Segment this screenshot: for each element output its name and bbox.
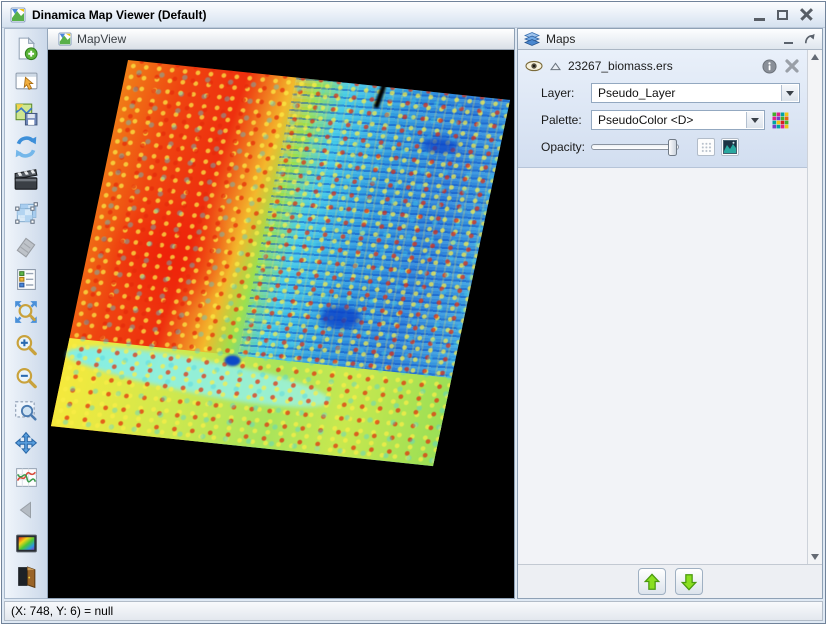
opacity-slider-thumb[interactable] <box>668 139 677 156</box>
pan-arrows-icon <box>13 431 39 457</box>
legend-list-icon <box>14 267 39 292</box>
chevron-down-icon <box>746 112 763 128</box>
tab-mapview-label: MapView <box>77 32 126 46</box>
histogram-image-icon <box>723 140 737 154</box>
minimize-panel-button[interactable] <box>784 42 793 45</box>
toolbar <box>4 28 48 599</box>
layers-icon <box>524 32 540 46</box>
titlebar[interactable]: Dinamica Map Viewer (Default) <box>2 2 825 28</box>
new-document-icon <box>14 36 39 61</box>
measure-icon <box>13 233 39 259</box>
palette-select-value: PseudoColor <D> <box>598 113 693 127</box>
triangle-up-icon <box>811 54 819 60</box>
zoom-in-button[interactable] <box>8 329 45 361</box>
app-icon <box>10 7 26 23</box>
maps-panel-header[interactable]: Maps <box>518 29 822 50</box>
opacity-slider[interactable] <box>591 144 679 150</box>
close-window-button[interactable] <box>800 8 813 21</box>
zoom-full-extent-button[interactable] <box>8 296 45 328</box>
green-arrow-down-icon <box>680 573 698 591</box>
palette-grid-icon <box>772 112 789 129</box>
move-layer-up-button[interactable] <box>638 568 666 595</box>
select-tool-button[interactable] <box>8 65 45 97</box>
panel-scrollbar[interactable] <box>807 50 822 564</box>
color-palette-icon <box>14 531 39 556</box>
maps-panel: Maps <box>517 28 823 599</box>
maps-panel-title: Maps <box>546 32 575 46</box>
scroll-up-button[interactable] <box>810 53 821 61</box>
app-window: Dinamica Map Viewer (Default) <box>1 1 826 624</box>
layer-visibility-toggle[interactable] <box>525 60 543 72</box>
chart-icon <box>14 465 39 490</box>
palette-select[interactable]: PseudoColor <D> <box>591 110 765 130</box>
opacity-field-label: Opacity: <box>541 140 591 154</box>
zoom-window-button[interactable] <box>8 395 45 427</box>
layer-name: 23267_biomass.ers <box>568 59 755 73</box>
maximize-window-button[interactable] <box>777 10 788 20</box>
histogram-button[interactable] <box>721 138 739 156</box>
color-palette-button[interactable] <box>8 527 45 559</box>
mapview-tab-icon <box>58 32 72 46</box>
minimize-window-button[interactable] <box>754 18 765 21</box>
transparency-grid-button[interactable] <box>697 138 715 156</box>
zoom-out-icon <box>13 365 39 391</box>
collapse-triangle-icon <box>550 62 561 71</box>
green-arrow-up-icon <box>643 573 661 591</box>
layer-select-value: Pseudo_Layer <box>598 86 675 100</box>
select-region-button[interactable] <box>8 197 45 229</box>
eye-icon <box>525 60 543 72</box>
status-bar: (X: 748, Y: 6) = null <box>4 601 823 621</box>
zoom-out-button[interactable] <box>8 362 45 394</box>
edit-palette-button[interactable] <box>772 112 789 129</box>
back-button[interactable] <box>8 494 45 526</box>
refresh-icon <box>13 134 39 160</box>
remove-layer-icon <box>784 59 800 73</box>
layer-order-toolbar <box>518 564 822 598</box>
map-canvas[interactable] <box>48 50 514 598</box>
layer-collapse-toggle[interactable] <box>550 62 561 71</box>
zoom-extent-icon <box>13 299 39 325</box>
cursor-coordinates: (X: 748, Y: 6) = null <box>11 604 113 618</box>
new-map-view-button[interactable] <box>8 32 45 64</box>
layer-select[interactable]: Pseudo_Layer <box>591 83 800 103</box>
measure-tool-button[interactable] <box>8 230 45 262</box>
zoom-in-icon <box>13 332 39 358</box>
layer-info-button[interactable] <box>762 59 777 74</box>
window-title: Dinamica Map Viewer (Default) <box>32 8 207 22</box>
save-map-icon <box>14 102 39 127</box>
move-layer-down-button[interactable] <box>675 568 703 595</box>
layer-field-label: Layer: <box>541 86 591 100</box>
tab-mapview[interactable]: MapView <box>48 29 136 50</box>
selection-grid-icon <box>13 200 39 226</box>
zoom-window-icon <box>13 398 39 424</box>
float-panel-button[interactable] <box>803 33 816 46</box>
triangle-down-icon <box>811 554 819 560</box>
refresh-button[interactable] <box>8 131 45 163</box>
exit-button[interactable] <box>8 560 45 592</box>
door-icon <box>14 564 39 589</box>
dotted-grid-icon <box>701 142 712 153</box>
chevron-down-icon <box>781 85 798 101</box>
pointer-hand-icon <box>14 69 39 94</box>
map-tabbar: MapView <box>48 29 514 50</box>
raster-image <box>51 60 510 466</box>
scroll-down-button[interactable] <box>810 553 821 561</box>
layer-card: 23267_biomass.ers <box>518 50 807 168</box>
layer-list: 23267_biomass.ers <box>518 50 807 564</box>
profile-chart-button[interactable] <box>8 461 45 493</box>
layer-remove-button[interactable] <box>784 59 800 73</box>
legend-button[interactable] <box>8 263 45 295</box>
back-arrow-icon <box>14 498 38 522</box>
clapperboard-icon <box>13 167 39 193</box>
save-map-view-button[interactable] <box>8 98 45 130</box>
info-icon <box>762 59 777 74</box>
animation-button[interactable] <box>8 164 45 196</box>
palette-field-label: Palette: <box>541 113 591 127</box>
map-view-panel: MapView <box>48 28 515 599</box>
pan-button[interactable] <box>8 428 45 460</box>
